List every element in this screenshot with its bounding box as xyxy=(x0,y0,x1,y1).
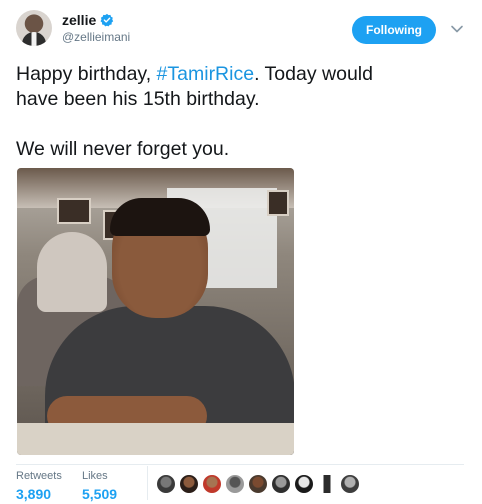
name-row: zellie xyxy=(62,12,114,28)
following-button[interactable]: Following xyxy=(352,16,436,44)
liker-avatar-icon[interactable] xyxy=(340,474,360,494)
photo-wall-frame xyxy=(57,198,91,224)
photo-subject-hair xyxy=(110,198,210,236)
display-name[interactable]: zellie xyxy=(62,12,96,28)
liker-avatars xyxy=(156,474,360,494)
tweet-line-3: We will never forget you. xyxy=(16,138,230,160)
tweet-text-segment: . Today would xyxy=(254,63,373,85)
liker-avatar-icon[interactable] xyxy=(179,474,199,494)
verified-badge-icon xyxy=(100,13,114,27)
hashtag-link[interactable]: #TamirRice xyxy=(157,63,255,85)
tweet-text-segment: Happy birthday, xyxy=(16,63,157,85)
tweet-card: zellie @zellieimani Following Happy birt… xyxy=(0,0,482,504)
liker-avatar-icon[interactable] xyxy=(225,474,245,494)
stats-divider xyxy=(147,466,148,500)
stats-top-divider xyxy=(16,464,464,465)
likes-stat[interactable]: Likes 5,509 xyxy=(82,470,117,502)
tweet-line-1: Happy birthday, #TamirRice. Today would xyxy=(16,62,456,87)
retweets-stat[interactable]: Retweets 3,890 xyxy=(16,470,62,502)
tweet-line-2: have been his 15th birthday. xyxy=(16,88,260,110)
photo-background-head xyxy=(37,232,107,312)
likes-count: 5,509 xyxy=(82,486,118,502)
liker-avatar-icon[interactable] xyxy=(248,474,268,494)
user-handle[interactable]: @zellieimani xyxy=(62,30,130,44)
tweet-text: Happy birthday, #TamirRice. Today would … xyxy=(16,62,456,162)
liker-avatar-icon[interactable] xyxy=(271,474,291,494)
tweet-header: zellie @zellieimani Following xyxy=(16,10,472,50)
retweets-label: Retweets xyxy=(16,470,62,482)
liker-avatar-icon[interactable] xyxy=(202,474,222,494)
photo-wall-frame xyxy=(267,190,289,216)
liker-avatar-icon[interactable] xyxy=(294,474,314,494)
likes-label: Likes xyxy=(82,470,108,482)
user-avatar[interactable] xyxy=(16,10,52,46)
chevron-down-icon[interactable] xyxy=(450,22,464,36)
liker-avatar-icon[interactable] xyxy=(317,474,337,494)
liker-avatar-icon[interactable] xyxy=(156,474,176,494)
photo-table xyxy=(17,423,294,455)
retweets-count: 3,890 xyxy=(16,486,52,502)
tweet-photo[interactable] xyxy=(17,168,294,455)
